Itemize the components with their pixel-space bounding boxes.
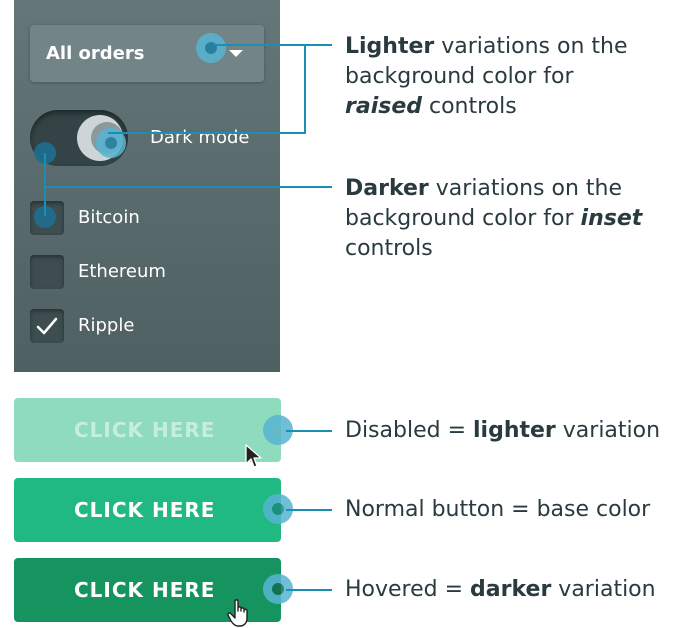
checkbox-ethereum[interactable] [30,255,64,289]
orders-dropdown[interactable]: All orders [30,25,264,82]
dropdown-label: All orders [46,43,145,64]
note-hover: Hovered = darker variation [345,577,656,602]
connector-line [286,430,332,432]
note-normal: Normal button = base color [345,497,651,522]
note-disabled: Disabled = lighter variation [345,418,661,443]
marker-dropdown [196,33,226,63]
connector-line [304,44,306,134]
connector-line [44,186,332,188]
annotation-lighter: Lighter variations on the background col… [345,34,628,119]
toggle-label: Dark mode [150,127,250,148]
checkmark-icon [36,317,58,335]
checkbox-label-ethereum: Ethereum [78,261,166,282]
annotation-darker: Darker variations on the background colo… [345,176,643,261]
checkbox-ripple[interactable] [30,309,64,343]
chevron-down-icon [229,50,243,57]
hand-cursor-icon [227,599,248,627]
checkbox-label-ripple: Ripple [78,315,135,336]
connector-line [306,44,332,46]
button-label: CLICK HERE [74,498,216,522]
connector-line [108,132,306,134]
click-here-button-normal[interactable]: CLICK HERE [14,478,281,542]
connector-line [44,153,46,216]
button-label: CLICK HERE [74,418,216,442]
click-here-button-disabled[interactable]: CLICK HERE [14,398,281,462]
connector-line [286,589,332,591]
connector-line [286,509,332,511]
arrow-cursor-icon [245,444,262,468]
button-label: CLICK HERE [74,578,216,602]
connector-line [214,44,306,46]
checkbox-label-bitcoin: Bitcoin [78,207,140,228]
